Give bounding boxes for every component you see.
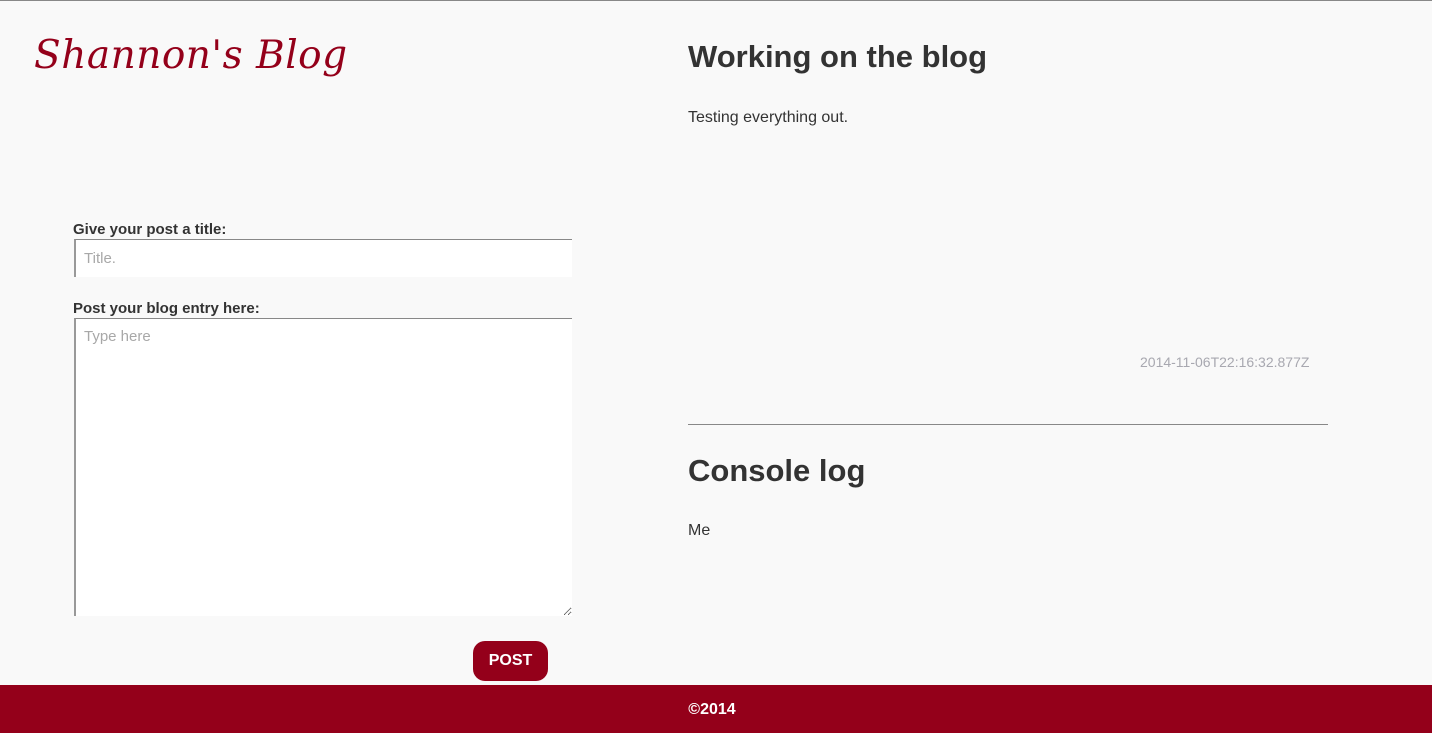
new-post-form: Give your post a title: Post your blog e… bbox=[73, 221, 573, 616]
footer-copyright: ©2014 bbox=[688, 700, 736, 718]
console-heading: Console log bbox=[688, 453, 866, 488]
footer: ©2014 bbox=[0, 685, 1432, 733]
title-input[interactable] bbox=[74, 239, 572, 277]
console-entry: Me bbox=[688, 522, 711, 539]
page: Shannon's Blog Give your post a title: P… bbox=[0, 0, 1432, 733]
body-textarea[interactable] bbox=[74, 318, 572, 616]
post-button[interactable]: POST bbox=[473, 641, 548, 681]
post-body: Testing everything out. bbox=[688, 109, 849, 126]
post-title: Working on the blog bbox=[688, 39, 988, 74]
body-label: Post your blog entry here: bbox=[73, 300, 260, 317]
post-article: Working on the blog Testing everything o… bbox=[688, 37, 1328, 127]
post-timestamp: 2014-11-06T22:16:32.877Z bbox=[1140, 354, 1310, 370]
title-label: Give your post a title: bbox=[73, 221, 227, 238]
site-logo[interactable]: Shannon's Blog bbox=[34, 33, 348, 78]
section-divider bbox=[688, 424, 1328, 425]
